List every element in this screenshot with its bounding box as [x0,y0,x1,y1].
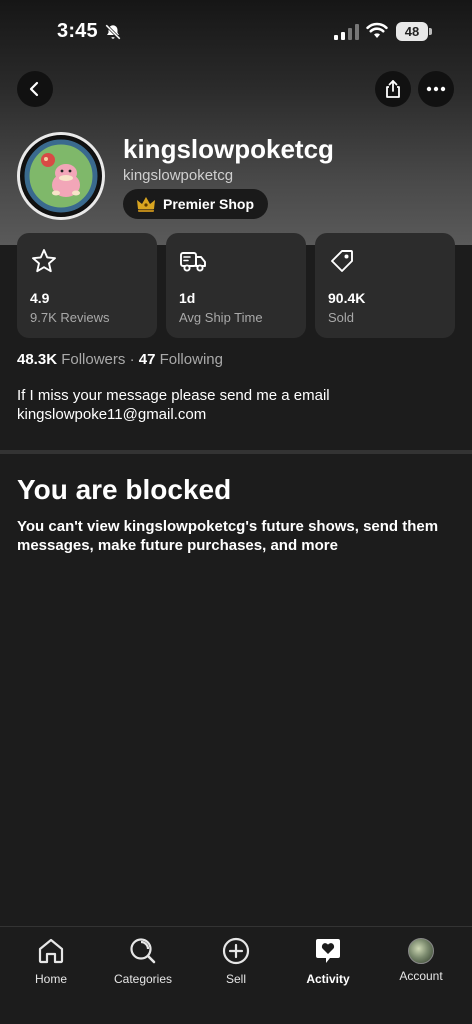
share-button[interactable] [375,71,411,107]
following-link[interactable]: 47 Following [139,351,223,368]
followers-link[interactable]: 48.3K Followers [17,351,125,368]
battery-level: 48 [396,22,428,41]
sold-label: Sold [328,310,355,325]
back-button[interactable] [17,71,53,107]
shop-handle: kingslowpoketcg [123,167,234,184]
sold-stat-card[interactable]: 90.4K Sold [315,233,455,338]
bio-line: If I miss your message please send me a … [17,387,330,404]
reviews-rating: 4.9 [30,290,50,306]
tab-activity[interactable]: Activity [288,935,368,986]
bottom-tab-bar: Home Categories Sell Activity Account [0,926,472,1024]
bio-email: kingslowpoke11@gmail.com [17,406,207,423]
tab-activity-label: Activity [306,972,350,986]
reviews-count: 9.7K Reviews [30,310,110,325]
following-label: Following [159,351,223,368]
tag-icon [331,250,353,272]
activity-heart-icon [316,939,340,963]
sold-count: 90.4K [328,290,366,306]
section-divider [0,450,472,454]
tab-sell-label: Sell [225,972,246,986]
cellular-signal-icon [334,24,359,40]
search-icon [130,938,156,964]
shop-bio: If I miss your message please send me a … [17,386,457,424]
follow-stats: 48.3K Followers · 47 Following [17,351,223,368]
premier-crown-icon [137,197,155,212]
tab-home[interactable]: Home [11,935,91,986]
premier-shop-badge[interactable]: Premier Shop [123,189,269,219]
tab-account-label: Account [399,969,443,983]
tab-sell[interactable]: Sell [196,935,276,986]
tab-categories[interactable]: Categories [103,935,183,986]
status-bar: 3:45 48 [0,0,472,64]
home-icon [38,938,64,964]
account-avatar [408,938,434,964]
bell-muted-icon [105,24,121,40]
chevron-left-icon [29,81,39,97]
ship-time-label: Avg Ship Time [179,310,263,325]
share-icon [386,80,400,98]
more-options-button[interactable] [418,71,454,107]
blocked-title: You are blocked [17,474,232,505]
premier-badge-label: Premier Shop [163,196,255,212]
tab-home-label: Home [34,972,67,986]
blocked-message: You can't view kingslowpoketcg's future … [17,518,439,554]
followers-label: Followers [61,351,126,368]
more-horizontal-icon [426,86,446,92]
slowpoke-logo-icon [21,136,101,216]
reviews-stat-card[interactable]: 4.9 9.7K Reviews [17,233,157,338]
tab-categories-label: Categories [113,972,173,986]
followers-count: 48.3K [17,351,58,368]
star-icon [32,249,56,273]
plus-circle-icon [222,937,250,965]
wifi-icon [366,22,388,38]
tab-account[interactable]: Account [381,935,461,983]
shop-username: kingslowpoketcg [123,134,334,164]
follow-separator: · [129,351,135,368]
truck-icon [180,252,206,272]
ship-time-value: 1d [179,290,196,306]
shop-avatar[interactable] [17,132,105,220]
battery-nub [429,28,432,35]
status-time: 3:45 [57,20,98,42]
battery-indicator: 48 [396,22,432,41]
following-count: 47 [138,351,156,368]
ship-time-stat-card[interactable]: 1d Avg Ship Time [166,233,306,338]
